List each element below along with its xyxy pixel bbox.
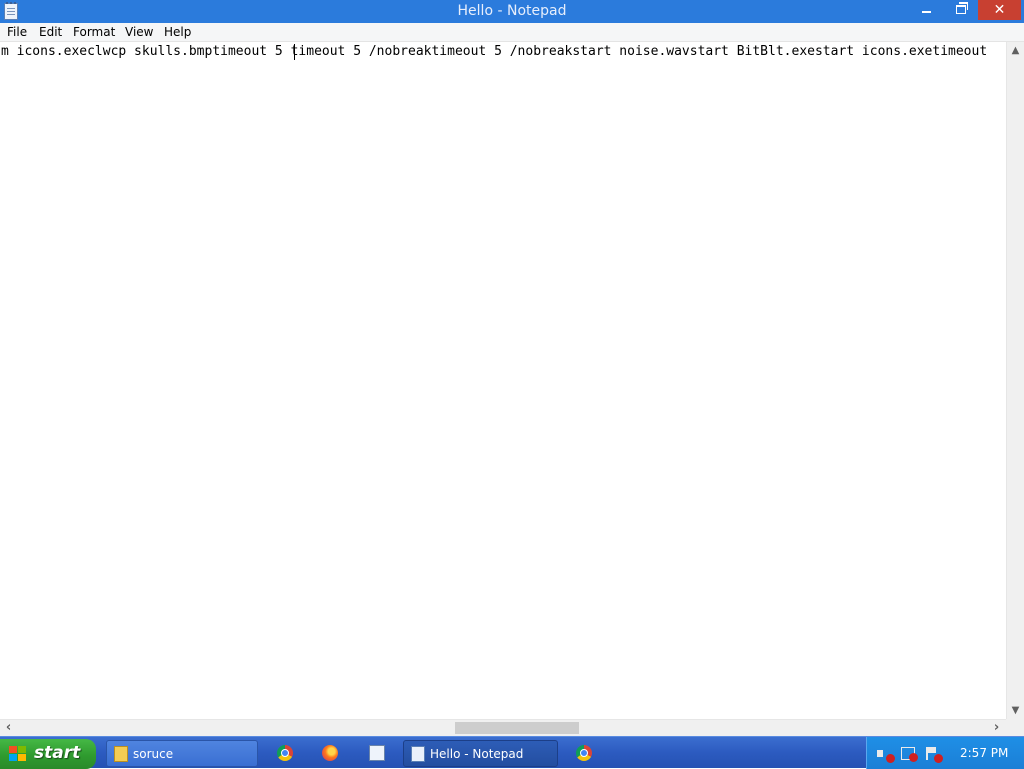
menu-help[interactable]: Help (164, 25, 191, 39)
taskbar-item-folder[interactable]: soruce (106, 740, 258, 767)
minimize-button[interactable] (912, 0, 940, 21)
close-icon: ✕ (993, 2, 1006, 18)
text-caret (294, 44, 295, 60)
chrome-icon[interactable] (576, 745, 592, 761)
taskbar-item-label: Hello - Notepad (430, 747, 524, 761)
title-bar[interactable]: Hello - Notepad ✕ (0, 0, 1024, 23)
windows-logo-icon (9, 746, 27, 762)
editor-content[interactable]: m icons.execlwcp skulls.bmptimeout 5 tim… (1, 44, 987, 59)
restore-button[interactable] (947, 0, 975, 21)
taskbar-item-notepad[interactable]: Hello - Notepad (403, 740, 558, 767)
scroll-left-icon[interactable]: ‹ (0, 720, 17, 737)
menu-view[interactable]: View (125, 25, 153, 39)
window-title: Hello - Notepad (457, 3, 567, 19)
scroll-right-icon[interactable]: › (988, 720, 1005, 737)
horizontal-scrollbar[interactable]: ‹ › (0, 719, 1006, 736)
chrome-icon[interactable] (277, 745, 293, 761)
menu-file[interactable]: File (7, 25, 27, 39)
taskbar-item-label: soruce (133, 747, 174, 761)
scroll-up-icon[interactable]: ▲ (1007, 42, 1024, 59)
system-tray: 2:57 PM (866, 737, 1024, 769)
text-editor[interactable]: m icons.execlwcp skulls.bmptimeout 5 tim… (0, 42, 1006, 719)
folder-icon (114, 746, 128, 762)
menu-edit[interactable]: Edit (39, 25, 62, 39)
scroll-down-icon[interactable]: ▼ (1007, 702, 1024, 719)
notepad-icon[interactable] (369, 745, 385, 761)
menu-format[interactable]: Format (73, 25, 115, 39)
vertical-scrollbar[interactable]: ▲ ▼ (1006, 42, 1024, 719)
clock[interactable]: 2:57 PM (960, 746, 1008, 760)
taskbar: start soruce Hello - Notepad 2:57 PM (0, 736, 1024, 769)
start-label: start (34, 743, 81, 763)
notepad-icon (411, 746, 425, 762)
action-center-icon[interactable] (925, 747, 943, 763)
speaker-muted-icon[interactable] (877, 747, 895, 763)
close-button[interactable]: ✕ (978, 0, 1021, 20)
menu-bar: File Edit Format View Help (0, 23, 1024, 42)
start-button[interactable]: start (0, 739, 96, 769)
scrollbar-corner (1006, 719, 1024, 736)
horizontal-scroll-thumb[interactable] (455, 722, 579, 734)
firefox-icon[interactable] (322, 745, 338, 761)
network-disconnected-icon[interactable] (901, 747, 918, 762)
minimize-icon (921, 11, 931, 13)
restore-icon (956, 2, 968, 14)
